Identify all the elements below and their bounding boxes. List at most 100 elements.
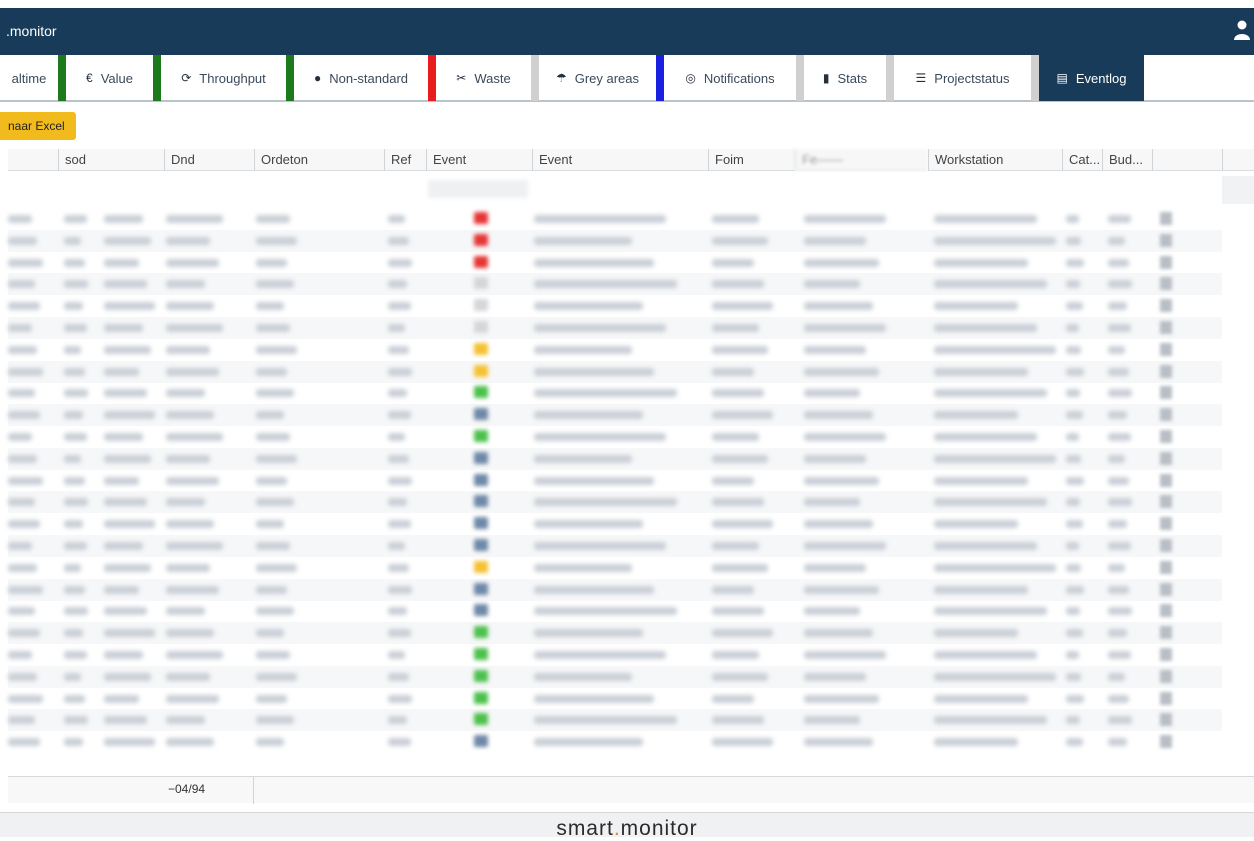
table-cell [934, 585, 1028, 594]
row-action-icon[interactable] [1160, 321, 1172, 334]
table-row[interactable] [8, 665, 1222, 688]
row-action-icon[interactable] [1160, 277, 1172, 291]
row-action-icon[interactable] [1160, 255, 1172, 269]
row-action-icon[interactable] [1160, 451, 1172, 465]
event-status-badge [474, 626, 488, 639]
row-action-icon[interactable] [1160, 299, 1172, 313]
row-action-icon[interactable] [1160, 364, 1172, 378]
column-header[interactable]: Fe—— [795, 149, 928, 171]
tab-throughput[interactable]: ⟳ Throughput [161, 55, 286, 101]
column-header[interactable]: Workstation [928, 149, 1062, 171]
tab-projectstatus[interactable]: ☰ Projectstatus [894, 55, 1031, 101]
tab-non-standard[interactable]: ● Non-standard [294, 55, 428, 101]
tab-grey-areas[interactable]: ☂ Grey areas [539, 55, 656, 101]
table-cell [534, 716, 677, 725]
table-row[interactable] [8, 688, 1222, 710]
row-action-icon[interactable] [1160, 408, 1172, 422]
table-row[interactable] [8, 339, 1222, 361]
table-row[interactable] [8, 644, 1222, 666]
row-action-icon[interactable] [1160, 342, 1172, 356]
tab-value[interactable]: € Value [66, 55, 153, 101]
table-row[interactable] [8, 622, 1222, 645]
row-action-icon[interactable] [1160, 626, 1172, 640]
table-cell [934, 563, 1057, 572]
tab-realtime[interactable]: altime [0, 55, 58, 101]
row-action-icon[interactable] [1160, 648, 1172, 661]
column-header[interactable]: Event [426, 149, 532, 171]
table-cell [104, 389, 147, 398]
column-header[interactable]: Ordeton [254, 149, 384, 171]
table-cell [712, 280, 764, 289]
table-row[interactable] [8, 404, 1222, 427]
table-row[interactable] [8, 513, 1222, 535]
tab-waste[interactable]: ✂ Waste [436, 55, 531, 101]
table-cell [166, 454, 210, 463]
table-cell [534, 345, 632, 354]
column-header[interactable]: Cat... [1062, 149, 1102, 171]
table-cell [388, 694, 413, 703]
column-header[interactable]: Ref [384, 149, 426, 171]
table-cell [934, 324, 1038, 332]
row-action-icon[interactable] [1160, 517, 1172, 531]
table-row[interactable] [8, 252, 1222, 274]
row-action-icon[interactable] [1160, 539, 1172, 552]
table-row[interactable] [8, 208, 1222, 230]
tab-eventlog[interactable]: ▤ Eventlog [1039, 55, 1144, 101]
table-cell [388, 716, 407, 725]
table-row[interactable] [8, 557, 1222, 579]
table-cell [1108, 672, 1125, 681]
table-row[interactable] [8, 470, 1222, 492]
table-row[interactable] [8, 426, 1222, 448]
table-row[interactable] [8, 600, 1222, 622]
table-cell [166, 738, 215, 747]
row-action-icon[interactable] [1160, 495, 1172, 509]
row-action-icon[interactable] [1160, 582, 1172, 596]
table-row[interactable] [8, 273, 1222, 296]
table-row[interactable] [8, 229, 1222, 252]
tab-notifications[interactable]: ◎ Notifications [664, 55, 796, 101]
row-action-icon[interactable] [1160, 473, 1172, 487]
row-action-icon[interactable] [1160, 713, 1172, 727]
table-cell [166, 302, 215, 311]
column-header[interactable]: Event [532, 149, 708, 171]
brand-logo: smart.monitor [556, 817, 698, 840]
column-header[interactable]: Foim [708, 149, 795, 171]
table-row[interactable] [8, 447, 1222, 470]
table-cell [8, 280, 35, 289]
user-icon[interactable] [1234, 20, 1250, 40]
column-header[interactable] [8, 149, 58, 171]
column-header[interactable]: Bud... [1102, 149, 1152, 171]
table-cell [534, 411, 644, 420]
table-cell [534, 433, 666, 441]
table-row[interactable] [8, 382, 1222, 404]
table-cell [388, 738, 411, 747]
event-filter-select[interactable] [428, 180, 528, 198]
table-row[interactable] [8, 578, 1222, 601]
column-header[interactable]: Dnd [164, 149, 254, 171]
export-excel-button[interactable]: naar Excel [0, 112, 76, 140]
tab-stats[interactable]: ▮ Stats [804, 55, 886, 101]
table-row[interactable] [8, 317, 1222, 339]
filter-scroll-corner [1222, 176, 1254, 204]
table-row[interactable] [8, 709, 1222, 732]
row-action-icon[interactable] [1160, 430, 1172, 443]
table-cell [712, 302, 774, 311]
table-row[interactable] [8, 491, 1222, 514]
table-cell [534, 607, 677, 616]
row-action-icon[interactable] [1160, 212, 1172, 225]
table-cell [256, 498, 294, 507]
table-row[interactable] [8, 360, 1222, 383]
row-action-icon[interactable] [1160, 735, 1172, 749]
server-icon: ☰ [915, 71, 927, 85]
row-action-icon[interactable] [1160, 560, 1172, 574]
row-action-icon[interactable] [1160, 604, 1172, 618]
table-row[interactable] [8, 535, 1222, 557]
table-row[interactable] [8, 731, 1222, 753]
row-action-icon[interactable] [1160, 691, 1172, 705]
column-header[interactable]: sod [58, 149, 164, 171]
row-action-icon[interactable] [1160, 386, 1172, 400]
row-action-icon[interactable] [1160, 233, 1172, 247]
alert-circle-icon: ● [313, 71, 322, 85]
table-row[interactable] [8, 295, 1222, 317]
row-action-icon[interactable] [1160, 669, 1172, 683]
